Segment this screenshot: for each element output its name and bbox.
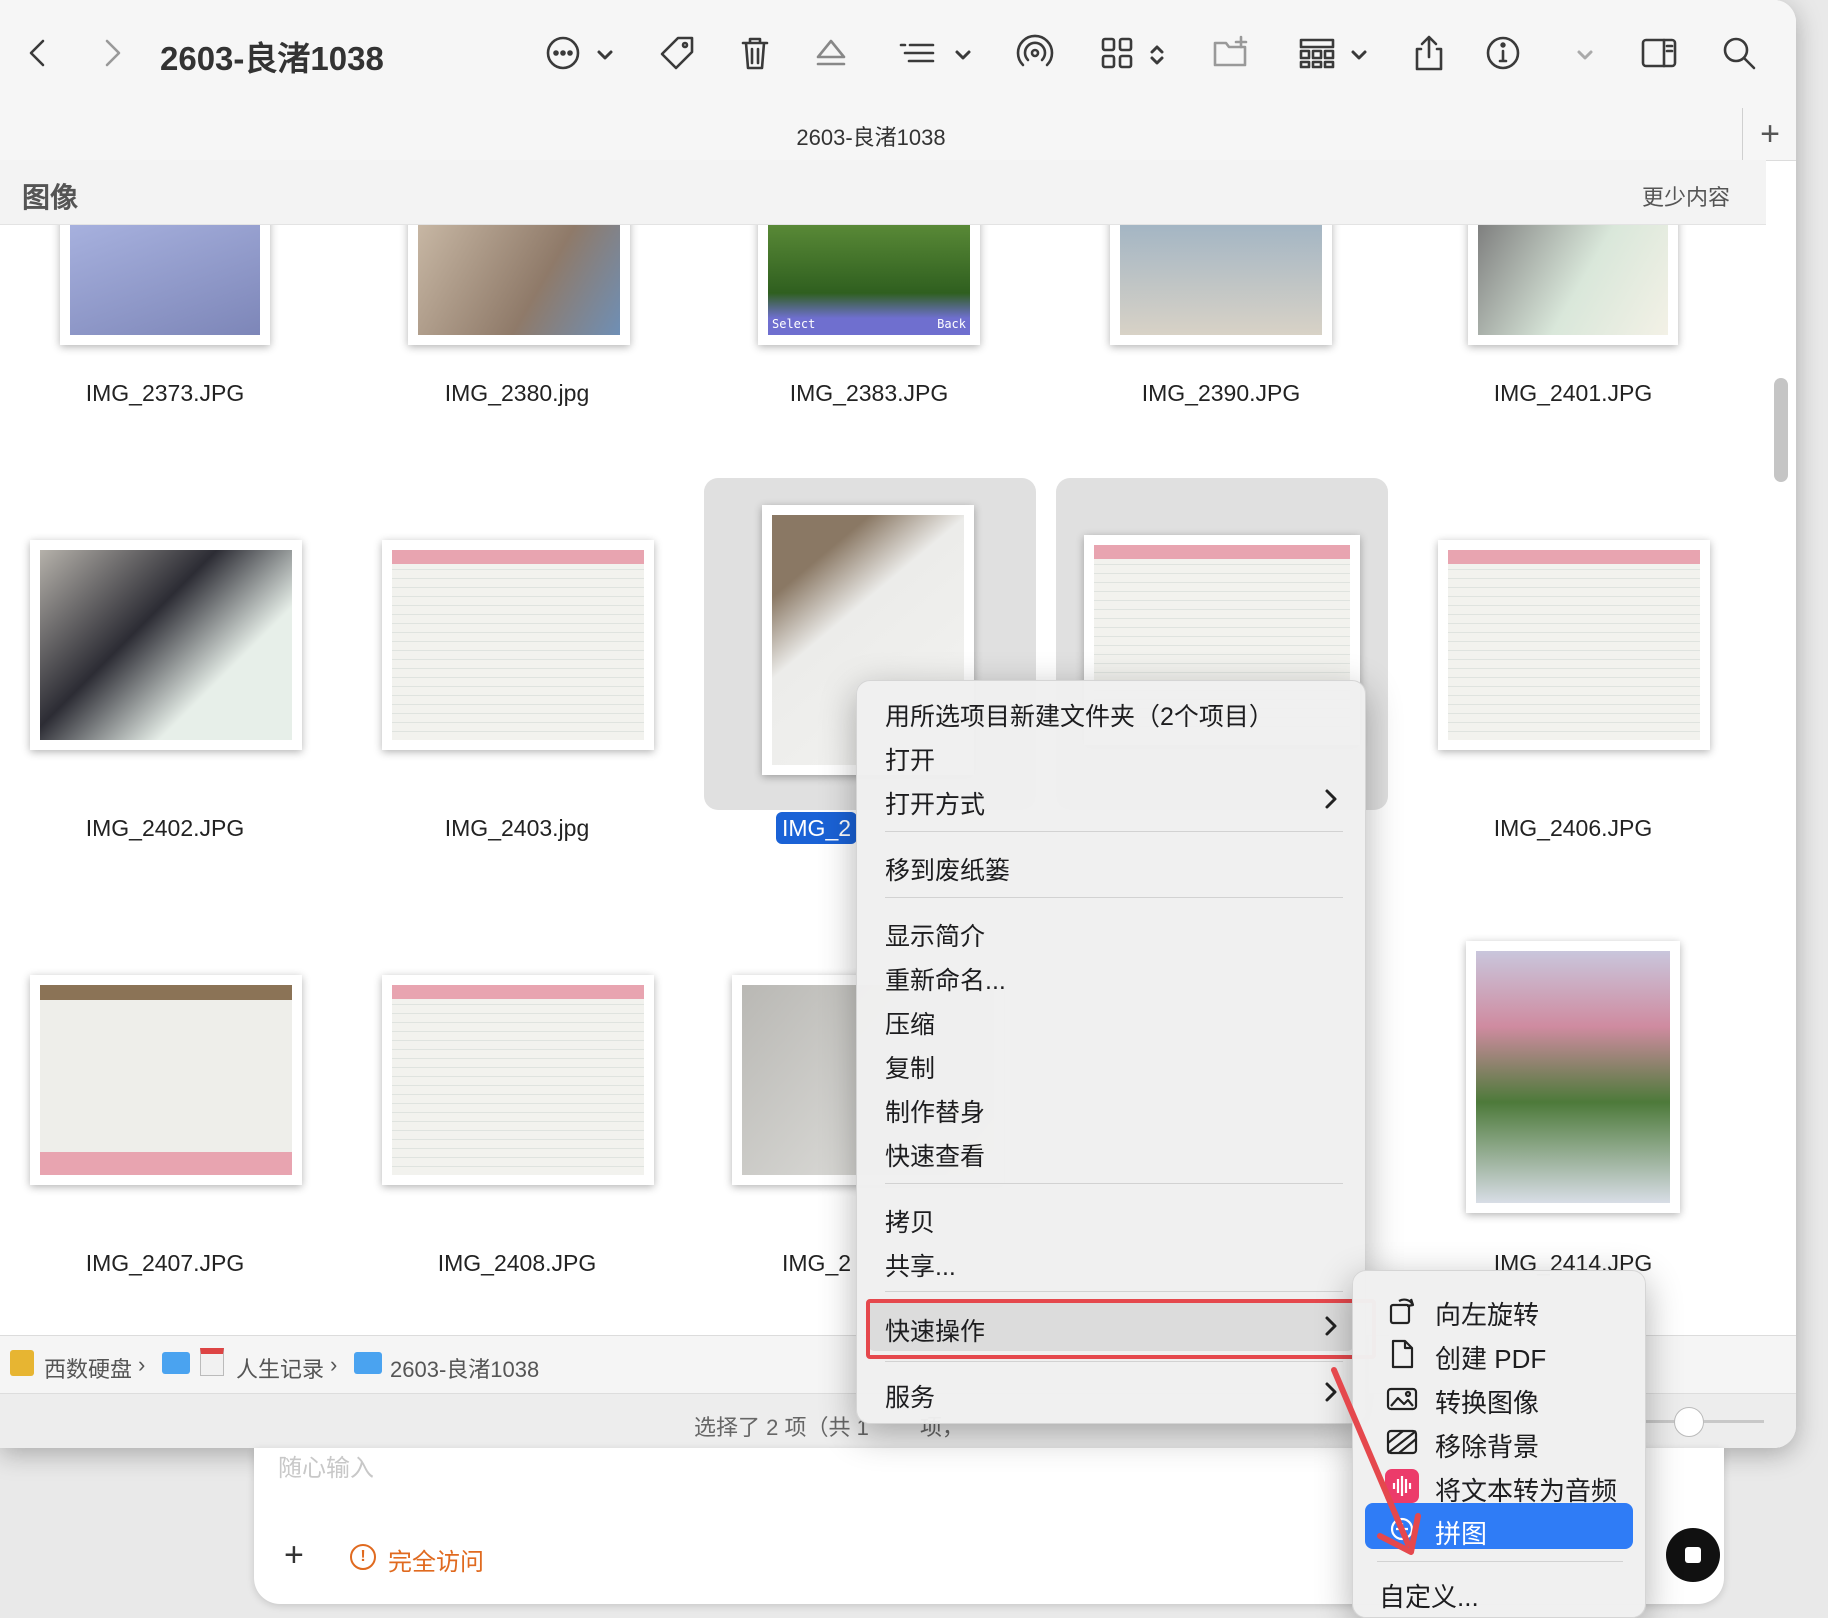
chevron-right-icon: › — [330, 1352, 338, 1377]
annotation-arrow — [1331, 1367, 1421, 1555]
zoom-slider-knob[interactable] — [1674, 1407, 1704, 1437]
menu-item-get-info[interactable]: 显示简介 — [885, 917, 985, 953]
thumb-caption: Select — [772, 317, 816, 331]
file-thumbnail[interactable] — [408, 225, 630, 345]
tag-icon[interactable] — [654, 30, 700, 76]
add-button[interactable]: + — [284, 1536, 304, 1575]
scrollbar[interactable] — [1774, 378, 1788, 482]
folder-icon — [162, 1352, 190, 1374]
submenu-item-rotate-left[interactable]: 向左旋转 — [1435, 1295, 1539, 1332]
annotation-highlight-box — [866, 1299, 1376, 1359]
file-name[interactable]: IMG_2408.JPG — [342, 1250, 692, 1277]
submenu-item-customize[interactable]: 自定义... — [1379, 1577, 1479, 1614]
window-title: 2603-良渚1038 — [160, 40, 384, 77]
new-tab-button[interactable]: + — [1742, 108, 1796, 160]
forward-icon[interactable] — [88, 30, 134, 76]
menu-item-services[interactable]: 服务 — [885, 1378, 935, 1414]
menu-separator — [885, 1183, 1343, 1184]
chevron-right-icon — [1323, 787, 1339, 811]
chevron-down-icon[interactable] — [952, 44, 974, 66]
file-thumbnail[interactable] — [30, 540, 302, 750]
tab-title[interactable]: 2603-良渚1038 — [0, 120, 1742, 152]
section-header: 图像 更少内容 — [0, 160, 1766, 225]
stop-icon — [1685, 1547, 1701, 1563]
menu-separator — [885, 831, 1343, 832]
file-name[interactable]: IMG_2401.JPG — [1398, 380, 1748, 407]
file-name[interactable]: IMG_2383.JPG — [694, 380, 1044, 407]
file-name[interactable]: IMG_2406.JPG — [1398, 815, 1748, 842]
view-mode-icon[interactable] — [1094, 30, 1140, 76]
drive-icon — [10, 1350, 34, 1376]
menu-separator — [1377, 1561, 1623, 1562]
chevron-right-icon: › — [138, 1352, 146, 1377]
show-less-link[interactable]: 更少内容 — [1642, 180, 1730, 212]
file-thumbnail[interactable] — [60, 225, 270, 345]
airdrop-icon[interactable] — [1012, 30, 1058, 76]
menu-item-compress[interactable]: 压缩 — [885, 1005, 935, 1041]
file-thumbnail[interactable] — [1438, 540, 1710, 750]
file-thumbnail[interactable] — [382, 540, 654, 750]
path-segment[interactable]: 西数硬盘 — [44, 1352, 132, 1384]
menu-item-new-folder-with-selection[interactable]: 用所选项目新建文件夹（2个项目） — [885, 697, 1274, 733]
menu-item-duplicate[interactable]: 复制 — [885, 1049, 935, 1085]
menu-separator — [885, 1291, 1343, 1292]
file-name-label: IMG_2 — [776, 812, 858, 844]
back-icon[interactable] — [16, 30, 62, 76]
stop-button[interactable] — [1666, 1528, 1720, 1582]
menu-item-rename[interactable]: 重新命名... — [885, 961, 1006, 997]
toolbar: 2603-良渚1038 2603-良渚1038 + — [0, 0, 1796, 161]
file-name[interactable]: IMG_2403.jpg — [342, 815, 692, 842]
menu-item-share[interactable]: 共享... — [885, 1247, 956, 1283]
chevron-down-icon[interactable] — [1574, 44, 1596, 66]
updown-icon[interactable] — [1146, 44, 1168, 66]
menu-separator — [885, 897, 1343, 898]
file-name[interactable]: IMG_2380.jpg — [342, 380, 692, 407]
info-icon[interactable] — [1480, 30, 1526, 76]
file-thumbnail[interactable] — [1468, 225, 1678, 345]
chevron-down-icon[interactable] — [594, 44, 616, 66]
folder-icon — [354, 1352, 382, 1374]
file-name-selected[interactable]: IMG_2 — [776, 812, 858, 844]
menu-item-copy[interactable]: 拷贝 — [885, 1203, 935, 1239]
new-folder-icon[interactable] — [1208, 30, 1254, 76]
menu-item-quick-look[interactable]: 快速查看 — [885, 1137, 985, 1173]
file-thumbnail[interactable] — [1110, 225, 1332, 345]
file-thumbnail[interactable] — [30, 975, 302, 1185]
file-name[interactable]: IMG_2407.JPG — [0, 1250, 340, 1277]
status-text: 选择了 2 项（共 1 — [694, 1415, 869, 1440]
gallery-view-icon[interactable] — [1294, 30, 1340, 76]
file-name[interactable]: IMG_2390.JPG — [1046, 380, 1396, 407]
full-access-button[interactable]: 完全访问 — [388, 1542, 484, 1577]
menu-item-move-to-trash[interactable]: 移到废纸篓 — [885, 851, 1010, 887]
input-placeholder[interactable]: 随心输入 — [278, 1448, 374, 1483]
menu-item-open[interactable]: 打开 — [885, 741, 935, 777]
search-icon[interactable] — [1716, 30, 1762, 76]
file-thumbnail[interactable] — [382, 975, 654, 1185]
warning-icon: ! — [350, 1544, 376, 1570]
file-name[interactable]: IMG_2373.JPG — [0, 380, 340, 407]
file-thumbnail[interactable]: Select Back — [758, 225, 980, 345]
share-icon[interactable] — [1406, 30, 1452, 76]
path-segment[interactable]: 2603-良渚1038 — [390, 1352, 539, 1384]
menu-item-open-with[interactable]: 打开方式 — [885, 785, 985, 821]
chevron-down-icon[interactable] — [1348, 44, 1370, 66]
trash-icon[interactable] — [732, 30, 778, 76]
file-name[interactable]: IMG_2 — [782, 1250, 862, 1277]
path-segment[interactable]: 人生记录 — [236, 1352, 324, 1384]
submenu-item-text-to-audio[interactable]: 将文本转为音频 — [1435, 1471, 1617, 1508]
file-name[interactable]: IMG_2402.JPG — [0, 815, 340, 842]
sidebar-toggle-icon[interactable] — [1636, 30, 1682, 76]
more-actions-icon[interactable] — [540, 30, 586, 76]
file-thumbnail[interactable] — [1466, 941, 1680, 1213]
menu-item-make-alias[interactable]: 制作替身 — [885, 1093, 985, 1129]
rotate-left-icon — [1385, 1293, 1419, 1327]
thumb-caption: Back — [937, 317, 966, 331]
section-title: 图像 — [22, 182, 79, 213]
menu-separator — [885, 1361, 1343, 1362]
group-by-icon[interactable] — [894, 30, 940, 76]
eject-icon[interactable] — [808, 30, 854, 76]
calendar-folder-icon — [200, 1348, 224, 1376]
